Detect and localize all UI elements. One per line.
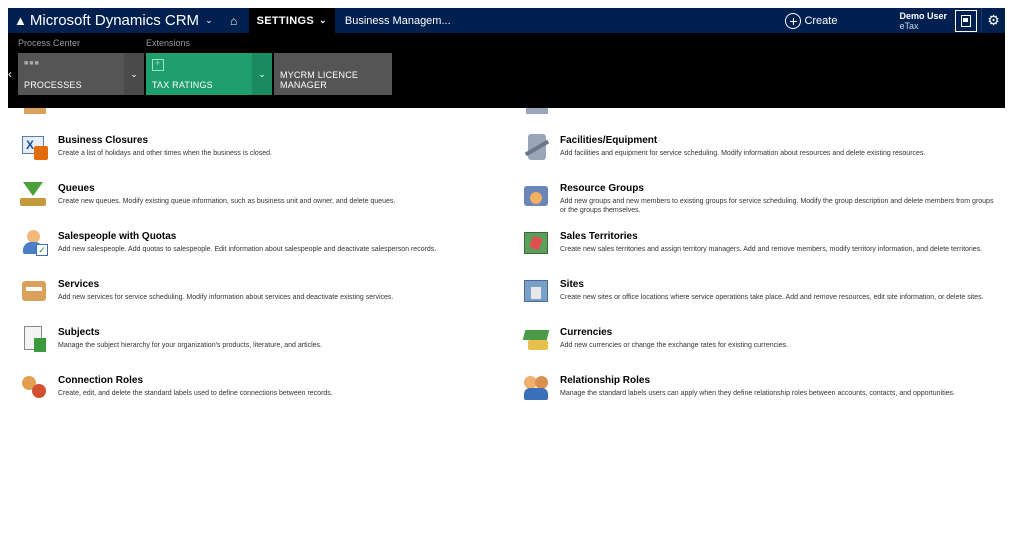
list-item-services[interactable]: Services Add new services for service sc… — [20, 278, 500, 306]
group-label-extensions: Extensions — [146, 38, 191, 48]
list-item-business-closures[interactable]: Business Closures Create a list of holid… — [20, 134, 500, 162]
settings-subnav: Process Center Extensions ‹ ■■■ PROCESSE… — [8, 33, 1005, 108]
partial-icon-left — [24, 108, 46, 114]
item-description: Create, edit, and delete the standard la… — [58, 390, 333, 397]
chevron-down-icon: ⌄ — [319, 15, 327, 25]
tile-tax-ratings[interactable]: TAX RATINGS ⌄ — [146, 53, 272, 95]
chevron-down-icon[interactable]: ⌄ — [252, 53, 272, 95]
currencies-icon — [522, 326, 552, 354]
item-description: Create new queues. Modify existing queue… — [58, 198, 396, 205]
user-org: eTax — [899, 20, 919, 31]
partial-icon-right — [526, 108, 548, 114]
connection-roles-icon — [20, 374, 50, 402]
list-item-salespeople-with-quotas[interactable]: ✓ Salespeople with Quotas Add new salesp… — [20, 230, 500, 258]
chevron-down-icon: ⌄ — [205, 15, 213, 25]
item-title[interactable]: Sales Territories — [560, 231, 1000, 242]
list-item-facilities-equipment[interactable]: Facilities/Equipment Add facilities and … — [522, 134, 1002, 162]
item-description: Add new services for service scheduling.… — [58, 294, 394, 301]
dynamics-logo-icon: ▲ — [14, 13, 27, 28]
item-title[interactable]: Queues — [58, 183, 395, 194]
resource-groups-icon — [522, 182, 552, 210]
app-title: Microsoft Dynamics CRM — [29, 12, 200, 29]
item-description: Add new currencies or change the exchang… — [560, 342, 789, 349]
subjects-icon — [20, 326, 50, 354]
settings-menu-button[interactable]: SETTINGS ⌄ — [248, 8, 335, 33]
user-info[interactable]: Demo User eTax — [899, 11, 947, 31]
item-title[interactable]: Subjects — [58, 327, 322, 338]
tile-mycrm-licence-manager[interactable]: MYCRM LICENCE MANAGER — [274, 53, 392, 95]
item-title[interactable]: Sites — [560, 279, 1000, 290]
list-item-connection-roles[interactable]: Connection Roles Create, edit, and delet… — [20, 374, 500, 402]
user-name: Demo User — [899, 10, 947, 21]
queues-icon — [20, 182, 50, 210]
app-menu-button[interactable]: ▲ Microsoft Dynamics CRM ⌄ — [8, 12, 213, 29]
list-item-sales-territories[interactable]: Sales Territories Create new sales terri… — [522, 230, 1002, 258]
list-item-subjects[interactable]: Subjects Manage the subject hierarchy fo… — [20, 326, 500, 354]
settings-label: SETTINGS — [256, 14, 315, 27]
list-item-queues[interactable]: Queues Create new queues. Modify existin… — [20, 182, 500, 210]
tile-processes[interactable]: ■■■ PROCESSES ⌄ — [18, 53, 144, 95]
item-description: Add new groups and new members to existi… — [560, 198, 994, 214]
top-navigation-bar: ▲ Microsoft Dynamics CRM ⌄ ⌂ SETTINGS ⌄ … — [8, 8, 1005, 33]
item-title[interactable]: Connection Roles — [58, 375, 333, 386]
item-description: Manage the standard labels users can app… — [560, 390, 955, 397]
tile-label: TAX RATINGS — [152, 80, 213, 90]
item-description: Create a list of holidays and other time… — [58, 150, 273, 157]
tile-label: MYCRM LICENCE MANAGER — [280, 70, 359, 90]
list-item-sites[interactable]: Sites Create new sites or office locatio… — [522, 278, 1002, 306]
facilities-equipment-icon — [522, 134, 552, 162]
list-item-currencies[interactable]: Currencies Add new currencies or change … — [522, 326, 1002, 354]
chevron-left-icon[interactable]: ‹ — [8, 67, 12, 81]
item-title[interactable]: Business Closures — [58, 135, 272, 146]
create-label: Create — [804, 14, 838, 27]
business-closures-icon — [20, 134, 50, 162]
breadcrumb[interactable]: Business Managem... — [335, 15, 451, 27]
item-title[interactable]: Facilities/Equipment — [560, 135, 1000, 146]
sales-territories-icon — [522, 230, 552, 258]
gear-icon[interactable]: ⚙ — [981, 8, 1005, 33]
services-icon — [20, 278, 50, 306]
item-title[interactable]: Services — [58, 279, 393, 290]
tile-label: PROCESSES — [24, 80, 82, 90]
tax-ratings-icon — [152, 58, 164, 71]
item-description: Create new sites or office locations whe… — [560, 294, 984, 301]
item-description: Create new sales territories and assign … — [560, 246, 983, 253]
user-avatar[interactable] — [955, 9, 977, 32]
item-title[interactable]: Resource Groups — [560, 183, 1000, 194]
processes-icon: ■■■ — [24, 60, 40, 67]
sites-icon — [522, 278, 552, 306]
home-icon[interactable]: ⌂ — [219, 14, 249, 28]
create-button[interactable]: + Create — [785, 12, 838, 29]
item-title[interactable]: Salespeople with Quotas — [58, 231, 436, 242]
item-description: Add facilities and equipment for service… — [560, 150, 926, 157]
group-label-process-center: Process Center — [18, 38, 81, 48]
chevron-down-icon[interactable]: ⌄ — [124, 53, 144, 95]
plus-circle-icon: + — [785, 12, 802, 29]
item-description: Add new salespeople. Add quotas to sales… — [58, 246, 437, 253]
item-title[interactable]: Relationship Roles — [560, 375, 1000, 386]
item-title[interactable]: Currencies — [560, 327, 1000, 338]
salespeople-icon: ✓ — [20, 230, 50, 258]
user-picture-icon — [961, 14, 971, 27]
item-description: Manage the subject hierarchy for your or… — [58, 342, 322, 349]
settings-content-area: Business Closures Create a list of holid… — [8, 108, 1005, 552]
relationship-roles-icon — [522, 374, 552, 402]
list-item-relationship-roles[interactable]: Relationship Roles Manage the standard l… — [522, 374, 1002, 402]
list-item-resource-groups[interactable]: Resource Groups Add new groups and new m… — [522, 182, 1002, 215]
